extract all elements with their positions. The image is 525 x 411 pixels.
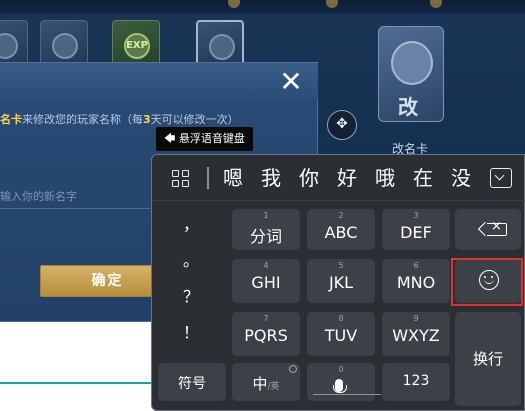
- key-label: 符号: [178, 376, 206, 392]
- key-number: 9: [413, 314, 419, 323]
- desc-days: 3: [143, 113, 151, 126]
- key-3[interactable]: 3 DEF: [382, 209, 450, 250]
- bottom-panel: [0, 322, 155, 411]
- candidate-item[interactable]: 在: [404, 163, 442, 193]
- key-label: JKL: [328, 273, 354, 292]
- key-2[interactable]: 2 ABC: [307, 209, 375, 250]
- key-9[interactable]: 9 WXYZ: [382, 312, 450, 356]
- ime-keyboard: 嗯 我 你 好 哦 在 没 ， 。 ？ ！ 1 分词 2 ABC 3 DEF 4…: [151, 154, 525, 411]
- candidate-item[interactable]: 嗯: [214, 163, 252, 193]
- key-number: 0: [338, 365, 344, 374]
- candidate-item[interactable]: 你: [290, 163, 328, 193]
- punct-key-period[interactable]: 。: [156, 243, 226, 279]
- collapse-keyboard-icon[interactable]: [490, 168, 512, 188]
- enter-key[interactable]: 换行: [455, 312, 521, 406]
- space-bar-line: [313, 394, 381, 395]
- key-number: 4: [263, 261, 269, 270]
- globe-icon: [289, 365, 297, 373]
- emblem-icon: [0, 33, 18, 59]
- exp-icon: EXP: [124, 33, 150, 59]
- candidate-separator: [207, 167, 209, 189]
- dialog-header: [0, 63, 318, 99]
- key-number: 3: [413, 211, 419, 220]
- key-label: 123: [402, 373, 430, 389]
- candidate-bar: 嗯 我 你 好 哦 在 没: [152, 155, 525, 201]
- key-label: 换行: [472, 350, 503, 368]
- floating-voice-keyboard-tip[interactable]: 🡄 悬浮语音键盘: [156, 127, 253, 151]
- key-label: DEF: [400, 223, 432, 242]
- key-label: WXYZ: [392, 326, 440, 345]
- punct-key-exclaim[interactable]: ！: [156, 315, 226, 351]
- key-number: 5: [338, 261, 344, 270]
- key-number: 2: [338, 211, 344, 220]
- candidate-item[interactable]: 没: [442, 163, 480, 193]
- rename-glyph: 改: [398, 95, 418, 119]
- tooltip-label: 悬浮语音键盘: [178, 132, 245, 145]
- candidate-item[interactable]: 哦: [366, 163, 404, 193]
- key-label: GHI: [251, 273, 281, 292]
- emblem-icon: [52, 33, 78, 59]
- divider: [0, 382, 155, 384]
- emoji-highlight-frame: [451, 258, 523, 306]
- punctuation-column: ， 。 ？ ！: [156, 207, 226, 351]
- key-5[interactable]: 5 JKL: [307, 259, 375, 303]
- move-handle-icon[interactable]: ✥: [327, 110, 357, 140]
- key-8[interactable]: 8 TUV: [307, 312, 375, 356]
- desc-suffix: 天可以修改一次）: [150, 113, 239, 126]
- backspace-icon: [487, 219, 507, 236]
- close-icon[interactable]: ✕: [272, 65, 310, 99]
- rename-description: 名卡来修改您的玩家名称（每3天可以修改一次）: [0, 111, 239, 127]
- symbol-key[interactable]: 符号: [158, 363, 226, 401]
- key-label: 中/英: [232, 373, 300, 394]
- candidate-item[interactable]: 我: [252, 163, 290, 193]
- key-1[interactable]: 1 分词: [232, 209, 300, 250]
- key-label: TUV: [324, 326, 358, 345]
- key-7[interactable]: 7 PQRS: [232, 312, 300, 356]
- key-number: 8: [338, 314, 344, 323]
- backspace-key[interactable]: [455, 209, 521, 250]
- candidate-list: 嗯 我 你 好 哦 在 没: [214, 163, 481, 193]
- key-label: ABC: [324, 223, 358, 242]
- back-arrow-icon: 🡄: [164, 132, 176, 145]
- number-mode-key[interactable]: 123: [382, 363, 450, 401]
- key-6[interactable]: 6 MNO: [382, 259, 450, 303]
- new-name-input[interactable]: [0, 185, 150, 209]
- key-label: MNO: [396, 273, 436, 292]
- key-label: 分词: [249, 227, 282, 246]
- key-number: 6: [413, 261, 419, 270]
- language-toggle-key[interactable]: 中/英: [232, 363, 300, 401]
- helmet-icon: [391, 41, 433, 85]
- rename-card-preview: 改: [378, 26, 444, 122]
- key-label: PQRS: [244, 326, 288, 345]
- key-4[interactable]: 4 GHI: [232, 259, 300, 303]
- candidate-item[interactable]: 好: [328, 163, 366, 193]
- key-number: 7: [263, 314, 269, 323]
- space-voice-key[interactable]: 0: [307, 363, 381, 401]
- helmet-icon: [209, 34, 235, 60]
- punct-key-comma[interactable]: ，: [156, 207, 226, 243]
- lang-sub: /英: [267, 382, 280, 392]
- microphone-icon: [333, 379, 347, 393]
- desc-mid: 来修改您的玩家名称（每: [22, 113, 143, 126]
- punct-key-question[interactable]: ？: [156, 279, 226, 315]
- desc-prefix: 名卡: [0, 113, 22, 126]
- top-status-strip: [0, 0, 525, 14]
- lang-main: 中: [252, 375, 268, 393]
- grid-menu-icon[interactable]: [172, 170, 190, 188]
- key-number: 1: [263, 211, 269, 220]
